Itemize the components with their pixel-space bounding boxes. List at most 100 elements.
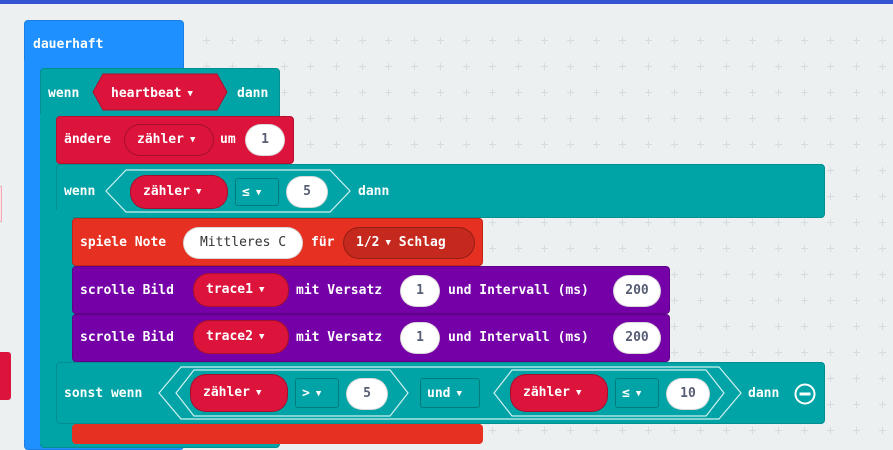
remove-branch-icon[interactable] — [794, 383, 816, 405]
grid-cross — [775, 245, 782, 252]
note-input[interactable]: Mittleres C — [183, 227, 303, 259]
grid-cross — [853, 37, 860, 44]
grid-cross — [515, 115, 522, 122]
inner-if-operator-dropdown[interactable]: ≤ ▼ — [235, 178, 279, 206]
interval-input-2[interactable]: 200 — [613, 322, 661, 354]
change-amount-input[interactable]: 1 — [245, 124, 285, 156]
scroll-image-2-value: trace2 — [206, 329, 253, 344]
grid-cross — [723, 297, 730, 304]
logic-operator-dropdown[interactable]: und ▼ — [420, 378, 480, 408]
grid-cross — [879, 89, 886, 96]
grid-cross — [697, 115, 704, 122]
grid-cross — [853, 375, 860, 382]
scroll-image-label: scrolle Bild — [80, 283, 174, 298]
workspace-top-border — [0, 0, 893, 4]
grid-cross — [541, 63, 548, 70]
grid-cross — [723, 323, 730, 330]
grid-cross — [775, 219, 782, 226]
grid-cross — [879, 349, 886, 356]
scroll-image-1-dropdown[interactable]: trace1 ▼ — [193, 273, 289, 307]
grid-cross — [619, 219, 626, 226]
grid-cross — [593, 219, 600, 226]
scroll-image-1-value: trace1 — [206, 282, 253, 297]
next-block-partial[interactable] — [72, 424, 483, 444]
grid-cross — [749, 297, 756, 304]
grid-cross — [827, 427, 834, 434]
grid-cross — [463, 141, 470, 148]
grid-cross — [437, 63, 444, 70]
dropdown-arrow-icon: ▼ — [258, 285, 265, 295]
grid-cross — [359, 141, 366, 148]
grid-cross — [645, 219, 652, 226]
inner-if-variable-dropdown[interactable]: zähler ▼ — [130, 175, 228, 209]
grid-cross — [827, 297, 834, 304]
grid-cross — [853, 245, 860, 252]
left-operator-dropdown[interactable]: > ▼ — [295, 378, 339, 408]
dropdown-arrow-icon: ▼ — [456, 389, 462, 399]
grid-cross — [775, 271, 782, 278]
grid-cross — [359, 89, 366, 96]
grid-cross — [827, 63, 834, 70]
grid-cross — [775, 297, 782, 304]
grid-cross — [385, 89, 392, 96]
interval-input-1[interactable]: 200 — [613, 275, 661, 307]
grid-cross — [827, 141, 834, 148]
change-label: ändere — [64, 132, 111, 147]
grid-cross — [879, 245, 886, 252]
grid-cross — [593, 115, 600, 122]
right-value-input[interactable]: 10 — [666, 378, 710, 410]
grid-cross — [749, 141, 756, 148]
offset-input-1[interactable]: 1 — [400, 275, 440, 307]
grid-cross — [853, 89, 860, 96]
dropdown-arrow-icon: ▼ — [187, 89, 193, 99]
grid-cross — [853, 271, 860, 278]
forever-label: dauerhaft — [33, 37, 104, 52]
grid-cross — [281, 37, 288, 44]
else-if-label: sonst wenn — [64, 386, 143, 401]
grid-cross — [723, 63, 730, 70]
grid-cross — [801, 427, 808, 434]
grid-cross — [645, 89, 652, 96]
offscreen-block-left-2[interactable] — [0, 352, 11, 400]
beat-dropdown[interactable]: 1/2 ▼ Schlag — [343, 227, 475, 259]
grid-cross — [437, 141, 444, 148]
right-operator-value: ≤ — [622, 386, 630, 401]
grid-cross — [775, 323, 782, 330]
scroll-image-2-dropdown[interactable]: trace2 ▼ — [193, 320, 289, 354]
grid-cross — [879, 37, 886, 44]
right-operator-dropdown[interactable]: ≤ ▼ — [615, 378, 659, 408]
grid-cross — [203, 37, 210, 44]
heartbeat-dropdown[interactable]: heartbeat ▼ — [111, 86, 193, 101]
change-variable-dropdown[interactable]: zähler ▼ — [124, 124, 214, 156]
inner-if-value-input[interactable]: 5 — [286, 176, 328, 208]
grid-cross — [671, 37, 678, 44]
grid-cross — [541, 89, 548, 96]
right-variable-dropdown[interactable]: zähler ▼ — [510, 374, 608, 412]
grid-cross — [749, 37, 756, 44]
grid-cross — [801, 271, 808, 278]
grid-cross — [853, 323, 860, 330]
beat-unit: Schlag — [398, 235, 446, 250]
grid-cross — [723, 37, 730, 44]
left-value-input[interactable]: 5 — [346, 378, 388, 410]
grid-cross — [827, 401, 834, 408]
offscreen-block-left[interactable] — [0, 186, 2, 222]
grid-cross — [827, 375, 834, 382]
grid-cross — [879, 427, 886, 434]
grid-cross — [697, 245, 704, 252]
grid-cross — [697, 427, 704, 434]
grid-cross — [879, 115, 886, 122]
interval-label: und Intervall (ms) — [448, 330, 589, 345]
grid-cross — [541, 115, 548, 122]
grid-cross — [697, 349, 704, 356]
offset-input-2[interactable]: 1 — [400, 322, 440, 354]
grid-cross — [567, 427, 574, 434]
grid-cross — [853, 401, 860, 408]
left-variable-dropdown[interactable]: zähler ▼ — [190, 374, 288, 412]
grid-cross — [723, 115, 730, 122]
grid-cross — [567, 89, 574, 96]
grid-cross — [879, 219, 886, 226]
left-operator-value: > — [302, 386, 310, 401]
grid-cross — [645, 63, 652, 70]
grid-cross — [489, 89, 496, 96]
